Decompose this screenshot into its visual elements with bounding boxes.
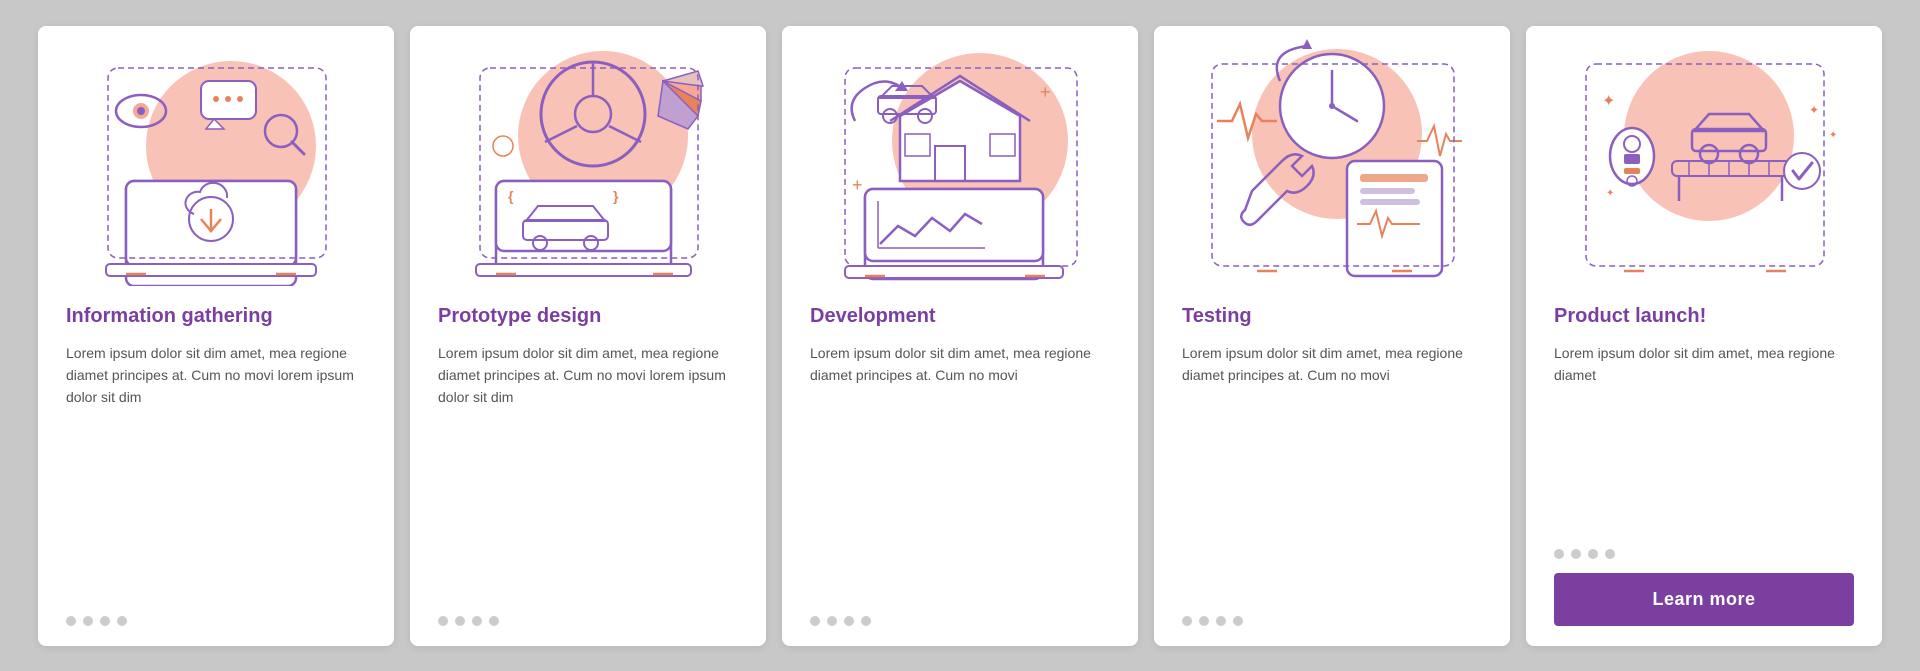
dot-1: [810, 616, 820, 626]
learn-more-button[interactable]: Learn more: [1554, 573, 1854, 626]
card-5-title: Product launch!: [1554, 304, 1854, 328]
card-information-gathering: Information gathering Lorem ipsum dolor …: [38, 26, 394, 646]
card-5-dots: [1526, 533, 1643, 559]
card-2-body: Lorem ipsum dolor sit dim amet, mea regi…: [438, 342, 738, 590]
dot-4: [1233, 616, 1243, 626]
dot-2: [455, 616, 465, 626]
card-development: + + Development Lorem ipsum dolor sit di…: [782, 26, 1138, 646]
dot-4: [861, 616, 871, 626]
dot-3: [844, 616, 854, 626]
card-5-body: Lorem ipsum dolor sit dim amet, mea regi…: [1554, 342, 1854, 523]
dot-2: [1199, 616, 1209, 626]
svg-text:✦: ✦: [1602, 93, 1615, 110]
dot-3: [1216, 616, 1226, 626]
cards-container: Information gathering Lorem ipsum dolor …: [0, 6, 1920, 666]
svg-text:✦: ✦: [1809, 103, 1819, 117]
dot-4: [117, 616, 127, 626]
card-2-dots: [410, 600, 527, 626]
card-1-content: Information gathering Lorem ipsum dolor …: [38, 286, 394, 600]
card-1-illustration: [38, 26, 394, 286]
card-3-dots: [782, 600, 899, 626]
dot-1: [438, 616, 448, 626]
card-prototype-design: { } Prototype design Lorem ipsum dolor s…: [410, 26, 766, 646]
dot-3: [100, 616, 110, 626]
card-2-illustration: { }: [410, 26, 766, 286]
dot-2: [83, 616, 93, 626]
dot-3: [1588, 549, 1598, 559]
card-2-title: Prototype design: [438, 304, 738, 328]
card-5-content: Product launch! Lorem ipsum dolor sit di…: [1526, 286, 1882, 533]
card-4-title: Testing: [1182, 304, 1482, 328]
dot-2: [1571, 549, 1581, 559]
card-product-launch: ✦ ✦ ✦ ✦ Product launch! Lorem ipsum dolo…: [1526, 26, 1882, 646]
card-1-body: Lorem ipsum dolor sit dim amet, mea regi…: [66, 342, 366, 590]
card-4-illustration: [1154, 26, 1510, 286]
dot-3: [472, 616, 482, 626]
card-3-title: Development: [810, 304, 1110, 328]
svg-text:{: {: [508, 188, 514, 204]
svg-text:✦: ✦: [1606, 188, 1614, 199]
svg-text:✦: ✦: [1829, 130, 1837, 141]
card-4-body: Lorem ipsum dolor sit dim amet, mea regi…: [1182, 342, 1482, 590]
card-3-body: Lorem ipsum dolor sit dim amet, mea regi…: [810, 342, 1110, 590]
card-1-title: Information gathering: [66, 304, 366, 328]
dot-4: [1605, 549, 1615, 559]
card-5-illustration: ✦ ✦ ✦ ✦: [1526, 26, 1882, 286]
card-testing: Testing Lorem ipsum dolor sit dim amet, …: [1154, 26, 1510, 646]
card-3-illustration: + +: [782, 26, 1138, 286]
svg-text:+: +: [852, 175, 863, 195]
dot-1: [1554, 549, 1564, 559]
card-4-dots: [1154, 600, 1271, 626]
dot-1: [66, 616, 76, 626]
card-4-content: Testing Lorem ipsum dolor sit dim amet, …: [1154, 286, 1510, 600]
dot-2: [827, 616, 837, 626]
dot-1: [1182, 616, 1192, 626]
card-1-dots: [38, 600, 155, 626]
svg-text:}: }: [613, 188, 619, 204]
svg-text:+: +: [1040, 82, 1051, 102]
dot-4: [489, 616, 499, 626]
card-3-content: Development Lorem ipsum dolor sit dim am…: [782, 286, 1138, 600]
card-2-content: Prototype design Lorem ipsum dolor sit d…: [410, 286, 766, 600]
